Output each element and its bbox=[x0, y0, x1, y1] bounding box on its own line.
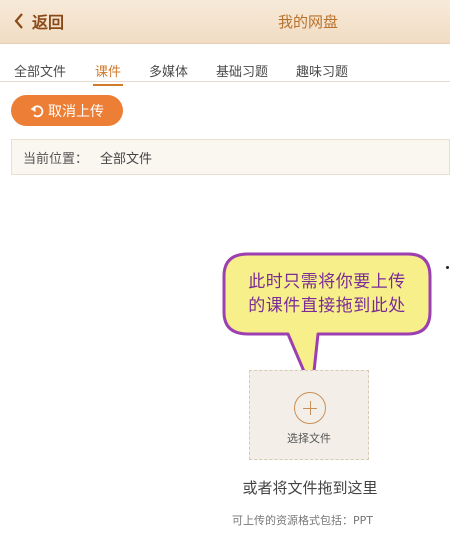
location-bar: 当前位置： 全部文件 bbox=[11, 139, 450, 175]
tab-basic-exercises[interactable]: 基础习题 bbox=[216, 61, 268, 80]
plus-icon bbox=[294, 392, 326, 424]
cancel-upload-button[interactable]: 取消上传 bbox=[11, 95, 123, 126]
chevron-left-icon bbox=[14, 13, 23, 29]
cancel-upload-label: 取消上传 bbox=[48, 103, 104, 120]
file-drop-zone[interactable]: 选择文件 bbox=[249, 370, 369, 460]
tab-fun-exercises[interactable]: 趣味习题 bbox=[296, 61, 348, 80]
page-title: 我的网盘 bbox=[277, 13, 338, 31]
back-label: 返回 bbox=[32, 13, 65, 32]
location-label: 当前位置： bbox=[23, 151, 89, 167]
breadcrumb[interactable]: 全部文件 bbox=[100, 148, 152, 167]
tab-multimedia[interactable]: 多媒体 bbox=[149, 61, 188, 80]
tab-all-files[interactable]: 全部文件 bbox=[14, 61, 66, 80]
callout-text: 此时只需将你要上传 的课件直接拖到此处 bbox=[230, 270, 424, 318]
select-file-label: 选择文件 bbox=[287, 432, 331, 445]
undo-arrow-icon bbox=[30, 104, 44, 117]
stray-dot bbox=[446, 266, 449, 269]
callout-line-1: 此时只需将你要上传 bbox=[248, 272, 406, 292]
drag-hint: 或者将文件拖到这里 bbox=[242, 479, 378, 497]
tab-bar: 全部文件 课件 多媒体 基础习题 趣味习题 bbox=[0, 56, 450, 86]
tab-courseware[interactable]: 课件 bbox=[92, 61, 124, 86]
format-hint: 可上传的资源格式包括：PPT bbox=[232, 514, 373, 527]
back-button[interactable]: 返回 bbox=[12, 9, 64, 33]
top-bar: 返回 我的网盘 bbox=[0, 0, 450, 44]
callout-line-2: 的课件直接拖到此处 bbox=[248, 296, 406, 316]
